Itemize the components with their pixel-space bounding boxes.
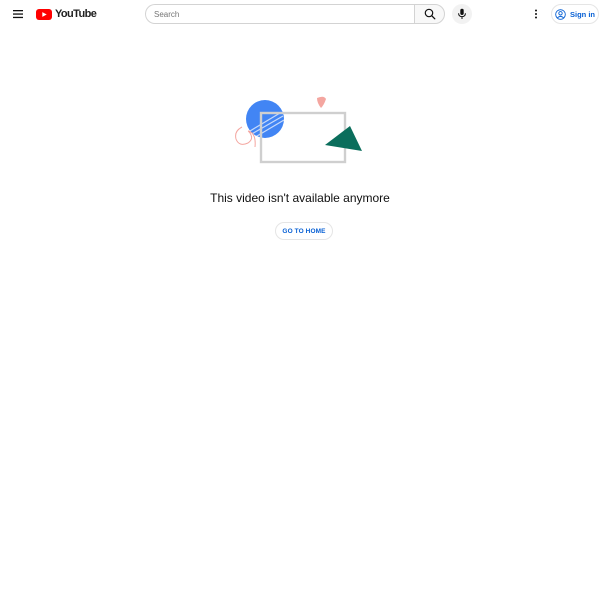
unavailable-message: This video isn't available anymore xyxy=(210,191,390,205)
search-icon xyxy=(424,8,435,20)
illustration-green-triangle xyxy=(325,126,362,151)
youtube-play-icon xyxy=(36,8,52,20)
sign-in-label: Sign in xyxy=(570,9,595,19)
go-to-home-label: GO TO HOME xyxy=(282,227,326,235)
video-unavailable-illustration xyxy=(235,96,362,164)
guide-menu-button[interactable] xyxy=(9,5,27,23)
search-button[interactable] xyxy=(414,4,445,24)
illustration-pink-leaf xyxy=(317,96,326,108)
masthead: YouTube Sign in xyxy=(0,0,600,28)
more-vertical-icon xyxy=(535,9,537,19)
go-to-home-button[interactable]: GO TO HOME xyxy=(275,222,333,240)
account-circle-icon xyxy=(555,8,566,20)
microphone-icon xyxy=(458,8,466,19)
settings-more-button[interactable] xyxy=(528,5,544,23)
logo-wordmark: YouTube xyxy=(55,8,97,20)
voice-search-button[interactable] xyxy=(452,4,472,24)
hamburger-menu-icon xyxy=(13,10,23,19)
youtube-logo[interactable]: YouTube xyxy=(36,7,97,21)
search-input[interactable] xyxy=(145,4,414,24)
search-box xyxy=(145,4,445,24)
sign-in-button[interactable]: Sign in xyxy=(551,4,599,24)
